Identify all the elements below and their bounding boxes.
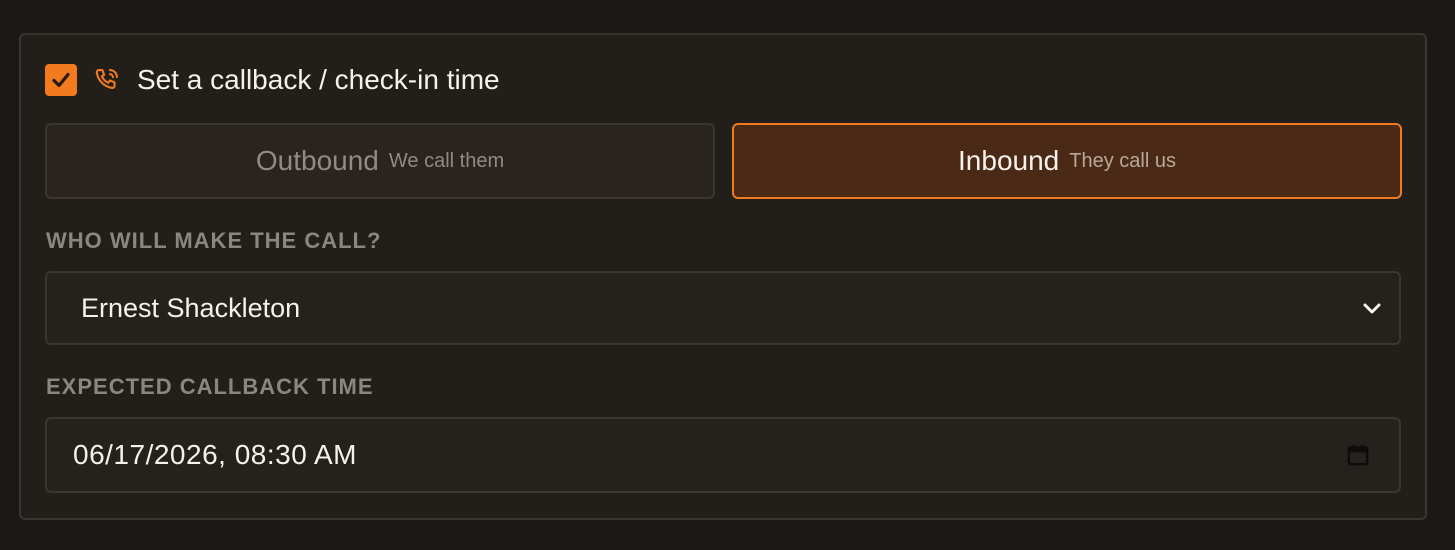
callback-time-label: EXPECTED CALLBACK TIME xyxy=(46,374,374,399)
caller-selected-value: Ernest Shackleton xyxy=(81,292,301,323)
outbound-label: Outbound xyxy=(255,145,379,176)
callback-checkbox[interactable] xyxy=(45,64,77,96)
calendar-icon[interactable] xyxy=(1345,442,1371,468)
inbound-option[interactable]: Inbound They call us xyxy=(732,123,1402,199)
caller-label: WHO WILL MAKE THE CALL? xyxy=(46,228,382,253)
inbound-label: Inbound xyxy=(958,145,1060,176)
callback-panel: Set a callback / check-in time Outbound … xyxy=(19,33,1427,520)
outbound-sublabel: We call them xyxy=(388,149,505,172)
callback-header: Set a callback / check-in time xyxy=(45,63,500,97)
caller-select[interactable]: Ernest Shackleton xyxy=(45,271,1401,345)
outbound-option[interactable]: Outbound We call them xyxy=(45,123,715,199)
check-icon xyxy=(52,72,70,88)
inbound-sublabel: They call us xyxy=(1069,149,1176,172)
phone-callback-icon xyxy=(93,66,121,94)
callback-time-input[interactable]: 06/17/2026, 08:30 AM xyxy=(45,417,1401,493)
callback-title: Set a callback / check-in time xyxy=(137,64,500,95)
callback-time-value: 06/17/2026, 08:30 AM xyxy=(73,439,357,470)
chevron-down-icon xyxy=(1361,297,1383,319)
